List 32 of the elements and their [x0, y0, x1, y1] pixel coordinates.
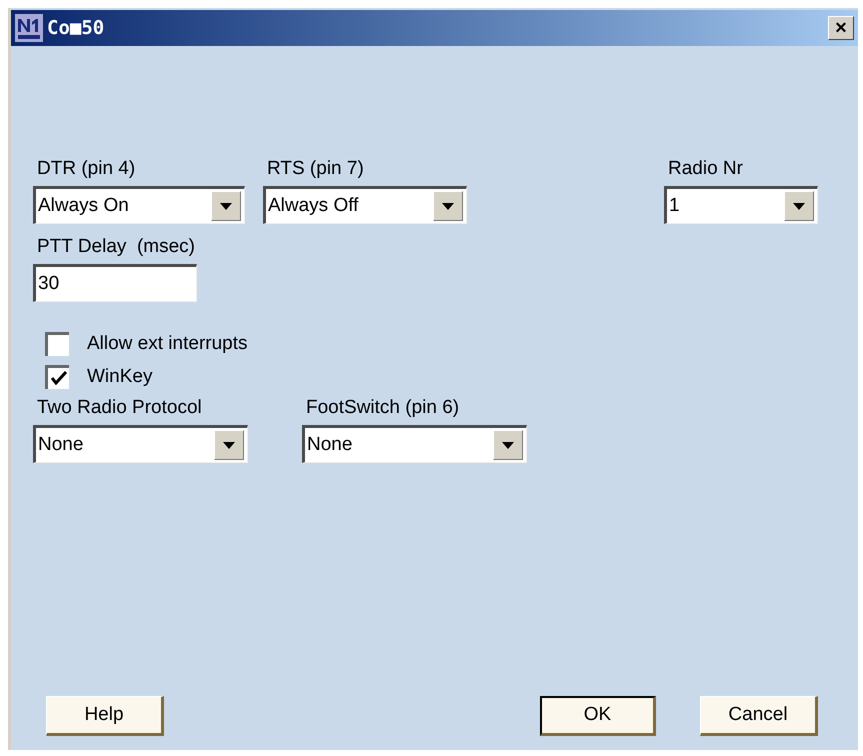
dropdown[interactable]: Always On: [33, 186, 245, 224]
default-button[interactable]: OK: [540, 696, 656, 736]
field-label: DTR (pin 4): [37, 158, 136, 180]
dropdown-value: None: [306, 432, 354, 457]
dropdown-value: Always Off: [267, 194, 360, 218]
dropdown-value: 1: [668, 194, 681, 218]
caret-icon: [493, 430, 523, 460]
logo-icon: [15, 14, 43, 42]
caret-icon: [784, 191, 814, 221]
close-button[interactable]: ×: [828, 16, 854, 40]
dropdown-value: Always On: [37, 194, 130, 218]
caret-icon: [211, 191, 241, 221]
input-field[interactable]: 30: [33, 264, 197, 302]
caret-icon: [433, 191, 463, 221]
field-label: Two Radio Protocol: [37, 397, 203, 419]
dialog-button[interactable]: Help: [46, 696, 164, 736]
checkbox[interactable]: [45, 364, 69, 389]
dropdown[interactable]: None: [302, 425, 527, 463]
window-title: Co■50: [47, 16, 104, 41]
field-label: PTT Delay (msec): [37, 236, 196, 258]
dropdown[interactable]: 1: [664, 186, 818, 224]
field-label: FootSwitch (pin 6): [306, 397, 460, 419]
checkbox-label: Allow ext interrupts: [87, 332, 248, 356]
checkbox-label: WinKey: [87, 364, 152, 388]
field-label: RTS (pin 7): [267, 158, 365, 180]
dropdown[interactable]: None: [33, 425, 248, 463]
dialog-button[interactable]: Cancel: [700, 696, 818, 736]
field-label: Radio Nr: [668, 158, 744, 180]
dropdown[interactable]: Always Off: [263, 186, 467, 224]
checkbox[interactable]: [45, 332, 69, 356]
dropdown-value: None: [37, 432, 84, 457]
caret-icon: [214, 430, 244, 460]
